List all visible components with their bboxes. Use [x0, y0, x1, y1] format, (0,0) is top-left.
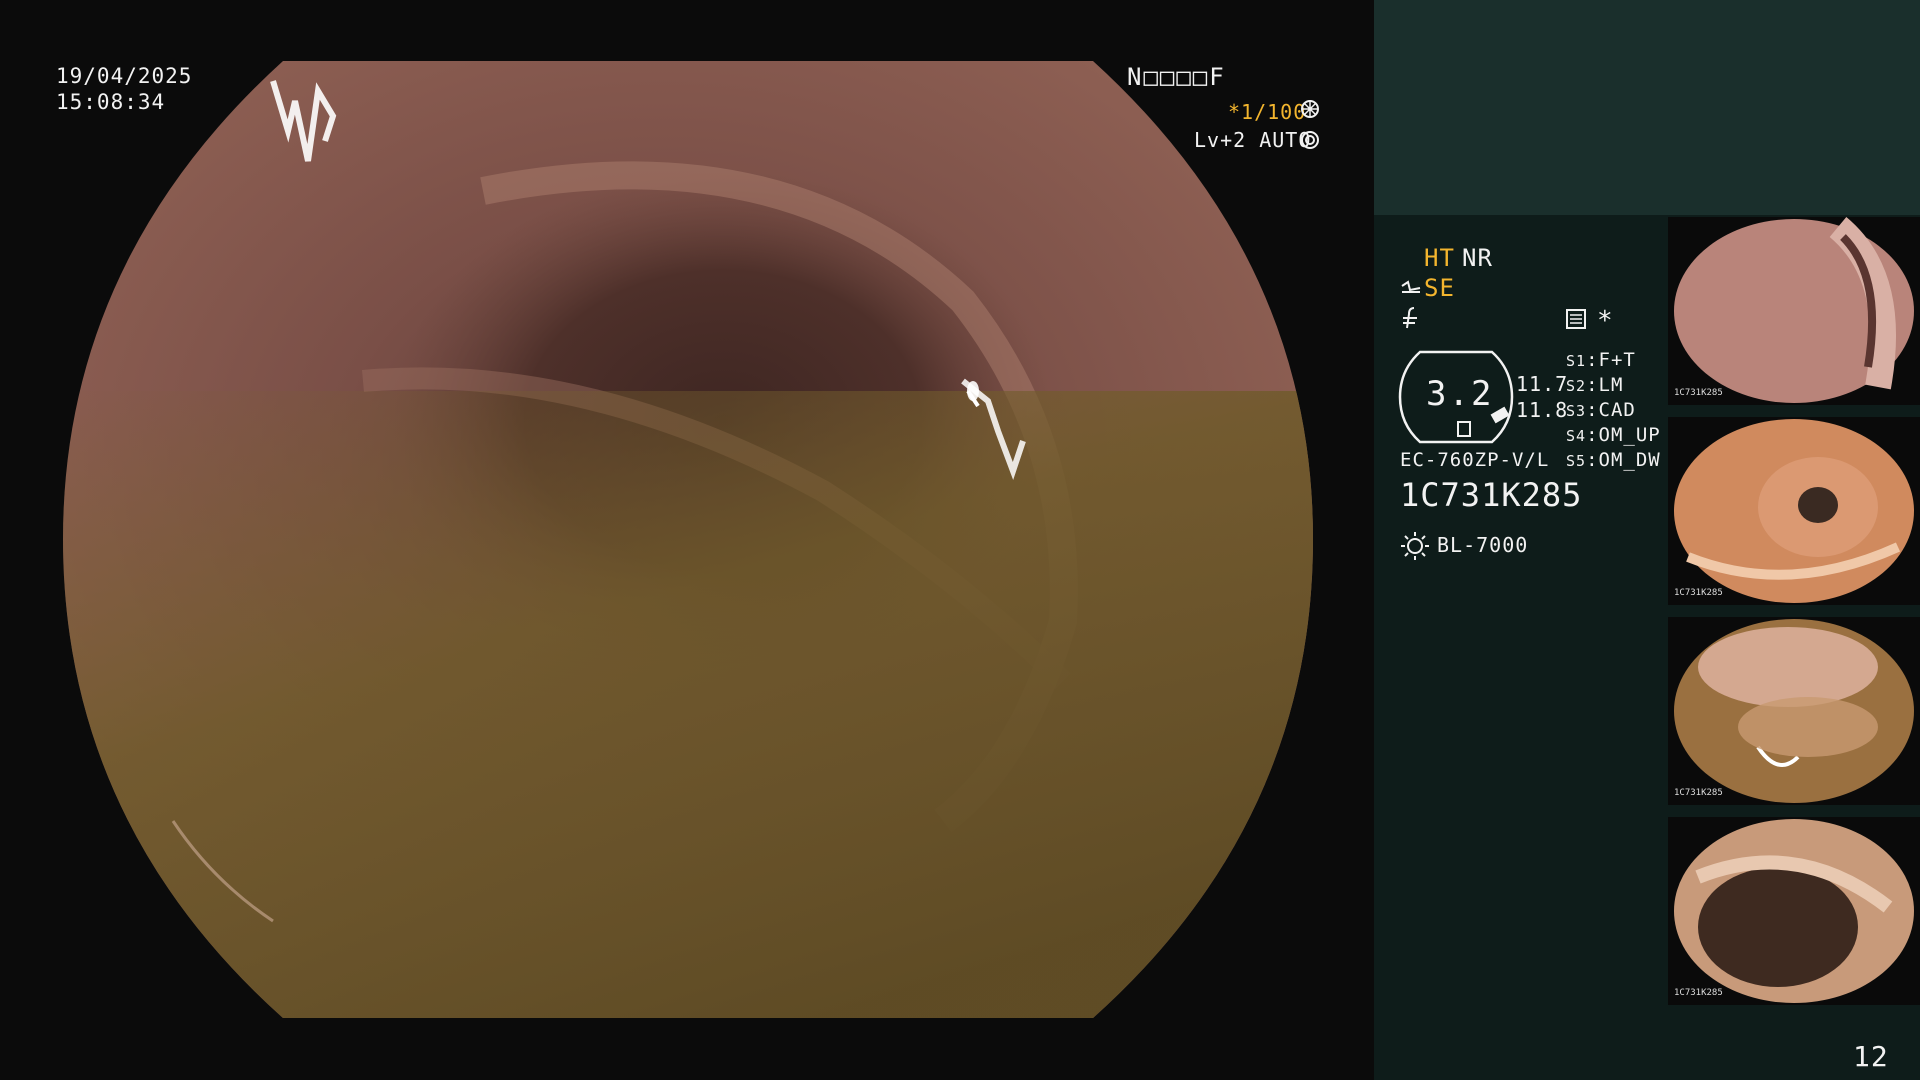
asterisk-mark: * [1597, 306, 1614, 336]
page-number: 12 [1853, 1040, 1889, 1073]
slot-value: OM_DW [1598, 449, 1661, 471]
slot-s3: S3:CAD [1566, 399, 1636, 421]
shutter-speed: *1/100 [1228, 100, 1307, 124]
slot-key: S1 [1566, 352, 1587, 370]
shutter-icon [1301, 100, 1319, 118]
reading-a: 11.7 [1516, 372, 1569, 396]
light-source-icon [1401, 532, 1429, 560]
slot-value: OM_UP [1598, 424, 1661, 446]
thumb-serial: 1C731K285 [1674, 988, 1723, 998]
slot-key: S4 [1566, 427, 1587, 445]
thumb-serial: 1C731K285 [1674, 788, 1723, 798]
scope-serial: 1C731K285 [1400, 476, 1583, 514]
slot-value: CAD [1598, 399, 1636, 421]
scope-model: EC-760ZP-V/L [1400, 449, 1550, 471]
info-panel-header [1374, 0, 1920, 215]
memo-icon [1566, 309, 1586, 329]
thumbnail-3[interactable]: 1C731K285 [1668, 617, 1920, 805]
slot-value: F+T [1598, 349, 1636, 371]
endoscope-live-view [63, 61, 1313, 1018]
slot-key: S5 [1566, 452, 1587, 470]
auto-iris-icon [1301, 131, 1319, 149]
gauge-value: 3.2 [1426, 374, 1494, 414]
slot-value: LM [1598, 374, 1624, 396]
ht-label: HT [1424, 244, 1455, 272]
date-text: 19/04/2025 [56, 64, 193, 88]
mode-code: N□□□□F [1127, 63, 1226, 91]
slot-s2: S2:LM [1566, 374, 1624, 396]
nr-label: NR [1462, 244, 1493, 272]
slot-key: S2 [1566, 377, 1587, 395]
slot-key: S3 [1566, 402, 1587, 420]
slot-s4: S4:OM_UP [1566, 424, 1661, 446]
slot-s5: S5:OM_DW [1566, 449, 1661, 471]
thumb-serial: 1C731K285 [1674, 588, 1723, 598]
color-mode-icon [1403, 307, 1417, 329]
reading-b: 11.8 [1516, 398, 1569, 422]
light-source-model: BL-7000 [1437, 533, 1529, 557]
thumb-serial: 1C731K285 [1674, 388, 1723, 398]
thumbnail-2[interactable]: 1C731K285 [1668, 417, 1920, 605]
slot-s1: S1:F+T [1566, 349, 1636, 371]
thumbnail-4[interactable]: 1C731K285 [1668, 817, 1920, 1005]
time-text: 15:08:34 [56, 90, 166, 114]
brightness-level: Lv+2 AUTO [1194, 128, 1312, 152]
structure-enhance-icon [1401, 280, 1421, 293]
thumbnail-1[interactable]: 1C731K285 [1668, 217, 1920, 405]
se-label: SE [1424, 274, 1455, 302]
